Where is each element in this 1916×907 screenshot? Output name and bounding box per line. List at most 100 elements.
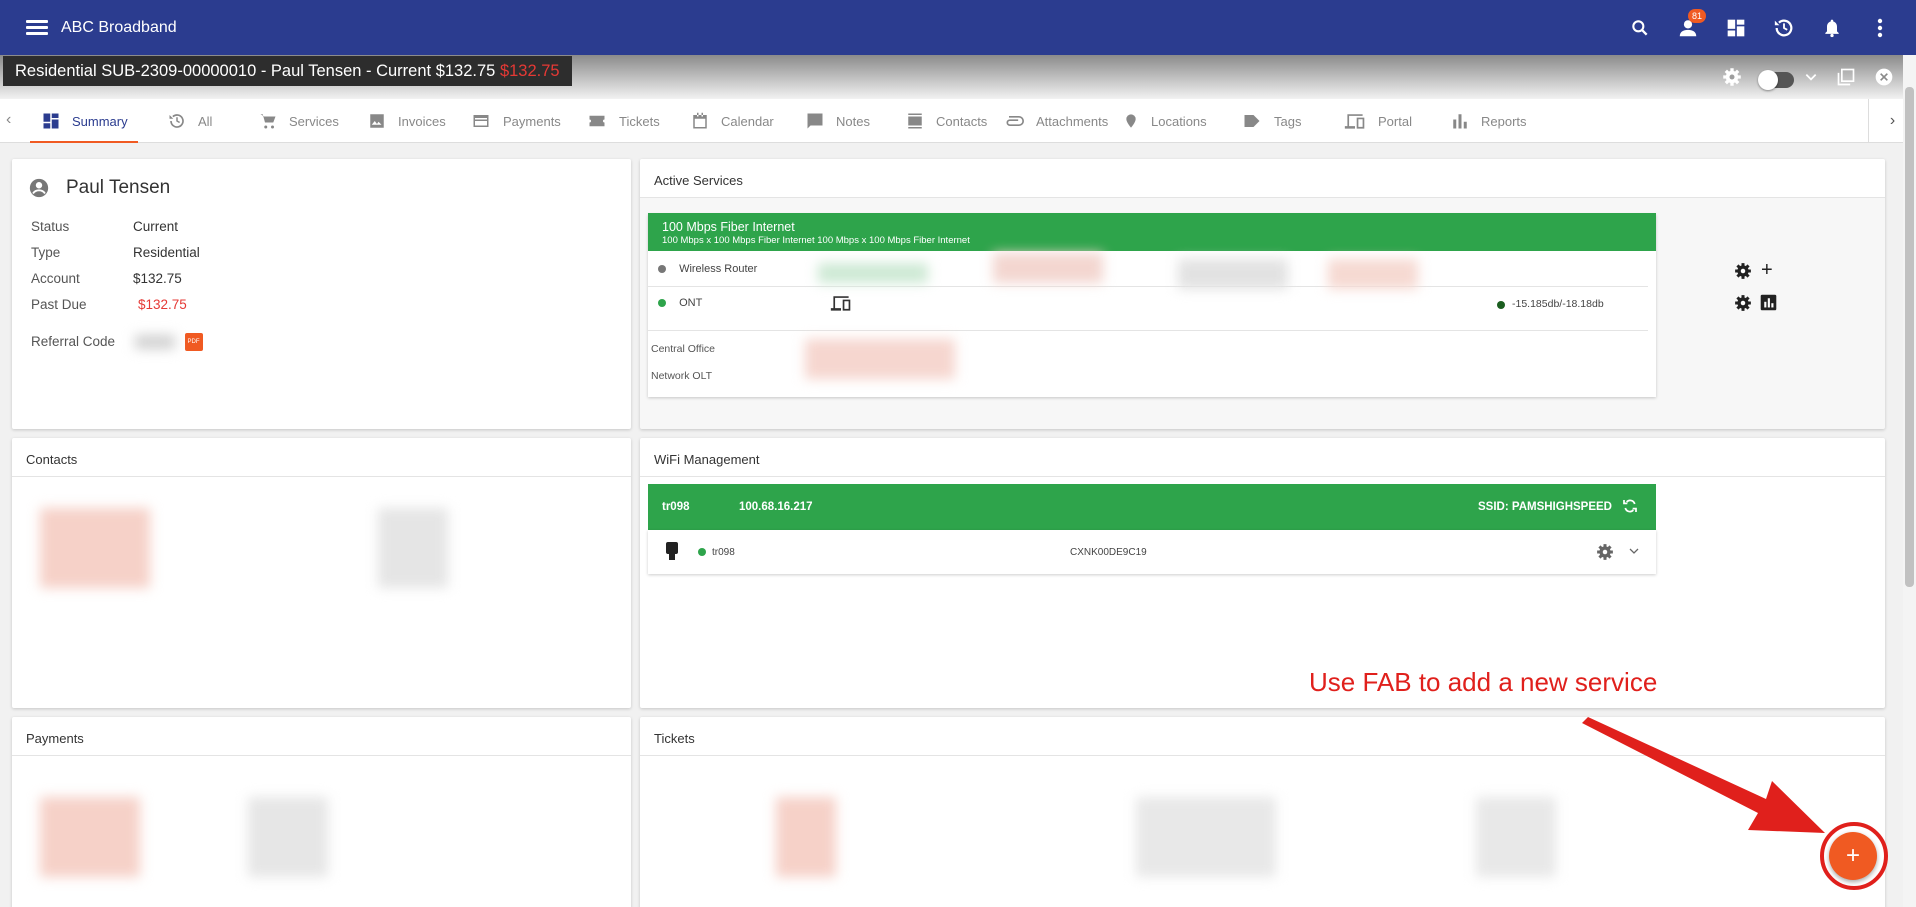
tab-tickets[interactable]: Tickets bbox=[587, 99, 660, 143]
devices-icon bbox=[1344, 114, 1365, 129]
tab-label: Invoices bbox=[398, 113, 446, 129]
ticket-icon bbox=[589, 115, 605, 127]
contacts-icon bbox=[908, 113, 922, 129]
wifi-device-name: tr098 bbox=[712, 547, 735, 558]
type-field: Type Residential bbox=[31, 245, 200, 260]
gear-icon[interactable] bbox=[1722, 67, 1742, 92]
app-bar-actions: 81 bbox=[1628, 0, 1892, 55]
tab-label: Notes bbox=[836, 113, 870, 129]
tab-all[interactable]: All bbox=[168, 99, 212, 143]
network-olt-label: Network OLT bbox=[651, 370, 713, 382]
signal-level: -15.185db/-18.18db bbox=[1512, 298, 1604, 310]
tab-label: All bbox=[198, 113, 213, 129]
card-title: WiFi Management bbox=[640, 438, 1885, 477]
dashboard-icon bbox=[43, 113, 59, 129]
sync-icon[interactable] bbox=[1622, 498, 1638, 517]
profile-name: Paul Tensen bbox=[66, 177, 171, 198]
analytics-icon[interactable] bbox=[1760, 294, 1777, 314]
redacted-value bbox=[805, 339, 955, 379]
contacts-card: Contacts bbox=[12, 438, 631, 708]
more-vert-icon[interactable] bbox=[1868, 16, 1892, 40]
pdf-icon[interactable]: PDF bbox=[184, 333, 203, 351]
tab-invoices[interactable]: Invoices bbox=[368, 99, 446, 143]
tab-contacts[interactable]: Contacts bbox=[906, 99, 987, 143]
scrollbar-thumb[interactable] bbox=[1905, 87, 1914, 587]
router-icon bbox=[666, 542, 678, 563]
subscriber-summary: Residential SUB-2309-00000010 - Paul Ten… bbox=[15, 62, 496, 80]
dashboard-icon[interactable] bbox=[1724, 16, 1748, 40]
field-value: $132.75 bbox=[138, 297, 187, 312]
tab-label: Attachments bbox=[1036, 113, 1109, 129]
status-dot bbox=[658, 299, 666, 308]
field-value: Residential bbox=[133, 245, 200, 260]
redacted-value bbox=[993, 253, 1103, 283]
notification-count-badge: 81 bbox=[1687, 8, 1706, 23]
wifi-header: tr098 100.68.16.217 SSID: PAMSHIGHSPEED bbox=[648, 484, 1656, 530]
field-label: Account bbox=[31, 271, 80, 286]
service-description: 100 Mbps x 100 Mbps Fiber Internet 100 M… bbox=[662, 235, 970, 246]
tab-payments[interactable]: Payments bbox=[471, 99, 561, 143]
devices-icon[interactable] bbox=[830, 294, 852, 315]
tab-portal[interactable]: Portal bbox=[1344, 99, 1412, 143]
tab-calendar[interactable]: Calendar bbox=[691, 99, 774, 143]
add-icon[interactable]: + bbox=[1761, 259, 1773, 282]
tab-locations[interactable]: Locations bbox=[1123, 99, 1207, 143]
card-title: Payments bbox=[12, 717, 631, 756]
view-toggle[interactable] bbox=[1758, 69, 1794, 90]
referral-code-value bbox=[134, 335, 175, 349]
tab-summary[interactable]: Summary bbox=[30, 99, 138, 143]
chevron-down-icon[interactable] bbox=[1628, 545, 1640, 560]
subscriber-actions bbox=[1722, 67, 1894, 92]
service-header[interactable]: 100 Mbps Fiber Internet 100 Mbps x 100 M… bbox=[648, 213, 1656, 251]
tab-services[interactable]: Services bbox=[259, 99, 339, 143]
tab-reports[interactable]: Reports bbox=[1451, 99, 1527, 143]
profile-header: Paul Tensen bbox=[28, 177, 170, 199]
field-label: Type bbox=[31, 245, 61, 260]
account-field: Account $132.75 bbox=[31, 271, 182, 286]
paperclip-icon bbox=[1006, 116, 1024, 126]
search-icon[interactable] bbox=[1628, 16, 1652, 40]
status-dot bbox=[698, 548, 706, 556]
field-value: $132.75 bbox=[133, 271, 182, 286]
tab-tags[interactable]: Tags bbox=[1242, 99, 1301, 143]
wifi-device-row[interactable]: tr098 CXNK00DE9C19 bbox=[648, 530, 1656, 574]
app-bar: ABC Broadband 81 bbox=[0, 0, 1916, 55]
history-icon[interactable] bbox=[1772, 16, 1796, 40]
tab-label: Payments bbox=[503, 113, 561, 129]
tab-label: Locations bbox=[1151, 113, 1207, 129]
subscriber-due-amount: $132.75 bbox=[499, 62, 560, 80]
field-label: Past Due bbox=[31, 297, 87, 312]
gear-icon[interactable] bbox=[1596, 543, 1614, 564]
tab-label: Tags bbox=[1274, 113, 1302, 129]
tab-attachments[interactable]: Attachments bbox=[1004, 99, 1108, 143]
annotation-text: Use FAB to add a new service bbox=[1309, 667, 1658, 697]
signal-dot bbox=[1497, 301, 1505, 309]
subscriber-header: Residential SUB-2309-00000010 - Paul Ten… bbox=[0, 55, 1916, 99]
account-icon[interactable]: 81 bbox=[1676, 8, 1706, 40]
history-icon bbox=[169, 114, 184, 128]
window-restore-icon[interactable] bbox=[1836, 67, 1856, 92]
profile-card: Paul Tensen Status Current Type Residentia… bbox=[12, 159, 631, 429]
add-service-fab[interactable]: + bbox=[1829, 832, 1877, 880]
app-title: ABC Broadband bbox=[61, 18, 177, 36]
tab-scroll-left-icon[interactable]: ‹ bbox=[6, 111, 11, 129]
redacted-value bbox=[1328, 259, 1418, 289]
tab-notes[interactable]: Notes bbox=[806, 99, 870, 143]
gear-icon[interactable] bbox=[1734, 294, 1752, 315]
close-icon[interactable] bbox=[1874, 67, 1894, 92]
menu-icon[interactable] bbox=[26, 17, 48, 39]
card-title: Active Services bbox=[640, 159, 1885, 198]
chevron-down-icon[interactable] bbox=[1804, 70, 1818, 89]
status-field: Status Current bbox=[31, 219, 178, 234]
redacted-value bbox=[818, 263, 928, 283]
tab-label: Reports bbox=[1481, 113, 1527, 129]
page-scrollbar[interactable] bbox=[1903, 55, 1916, 907]
comment-icon bbox=[807, 113, 823, 129]
credit-card-icon bbox=[473, 115, 489, 127]
payments-card: Payments bbox=[12, 717, 631, 907]
device-name: Wireless Router bbox=[679, 263, 758, 275]
location-pin-icon bbox=[1126, 114, 1136, 128]
tab-label: Contacts bbox=[936, 113, 988, 129]
bell-icon[interactable] bbox=[1820, 16, 1844, 40]
gear-icon[interactable] bbox=[1734, 262, 1752, 283]
